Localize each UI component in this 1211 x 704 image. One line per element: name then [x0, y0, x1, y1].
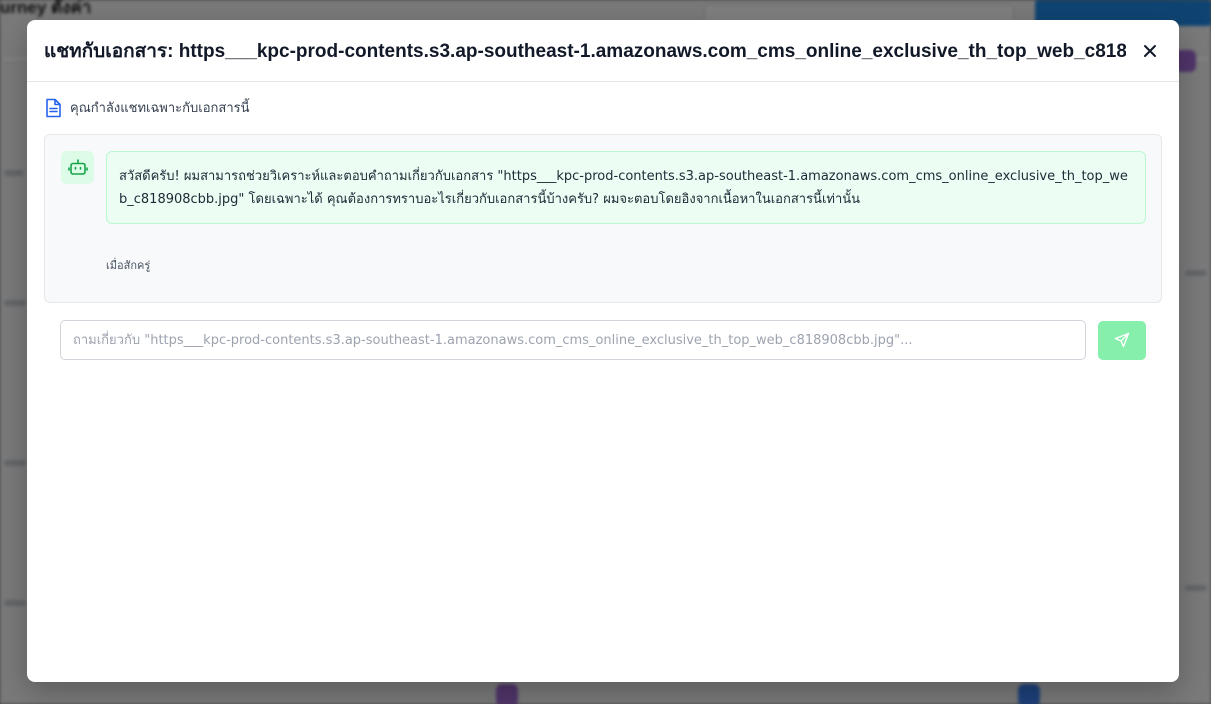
chat-input-row	[60, 320, 1146, 360]
message-timestamp: เมื่อสักครู่	[106, 259, 151, 272]
document-icon	[46, 98, 61, 117]
chat-context-notice: คุณกำลังแชทเฉพาะกับเอกสารนี้	[44, 97, 250, 118]
bot-message-bubble: สวัสดีครับ! ผมสามารถช่วยวิเคราะห์และตอบค…	[106, 151, 1146, 224]
chat-message-list[interactable]: สวัสดีครับ! ผมสามารถช่วยวิเคราะห์และตอบค…	[44, 134, 1162, 303]
document-chat-modal: แชทกับเอกสาร: https___kpc-prod-contents.…	[27, 20, 1179, 682]
context-text: คุณกำลังแชทเฉพาะกับเอกสารนี้	[70, 101, 250, 116]
bot-icon	[67, 158, 88, 175]
bot-message-text: สวัสดีครับ! ผมสามารถช่วยวิเคราะห์และตอบค…	[119, 169, 1128, 207]
send-icon	[1114, 332, 1130, 348]
close-icon	[1144, 44, 1156, 57]
modal-header: แชทกับเอกสาร: https___kpc-prod-contents.…	[27, 20, 1179, 82]
modal-title: แชทกับเอกสาร: https___kpc-prod-contents.…	[44, 40, 1126, 62]
send-button[interactable]	[1098, 320, 1146, 360]
bot-avatar	[61, 151, 94, 184]
close-button[interactable]	[1138, 39, 1162, 63]
chat-input[interactable]	[60, 320, 1086, 360]
